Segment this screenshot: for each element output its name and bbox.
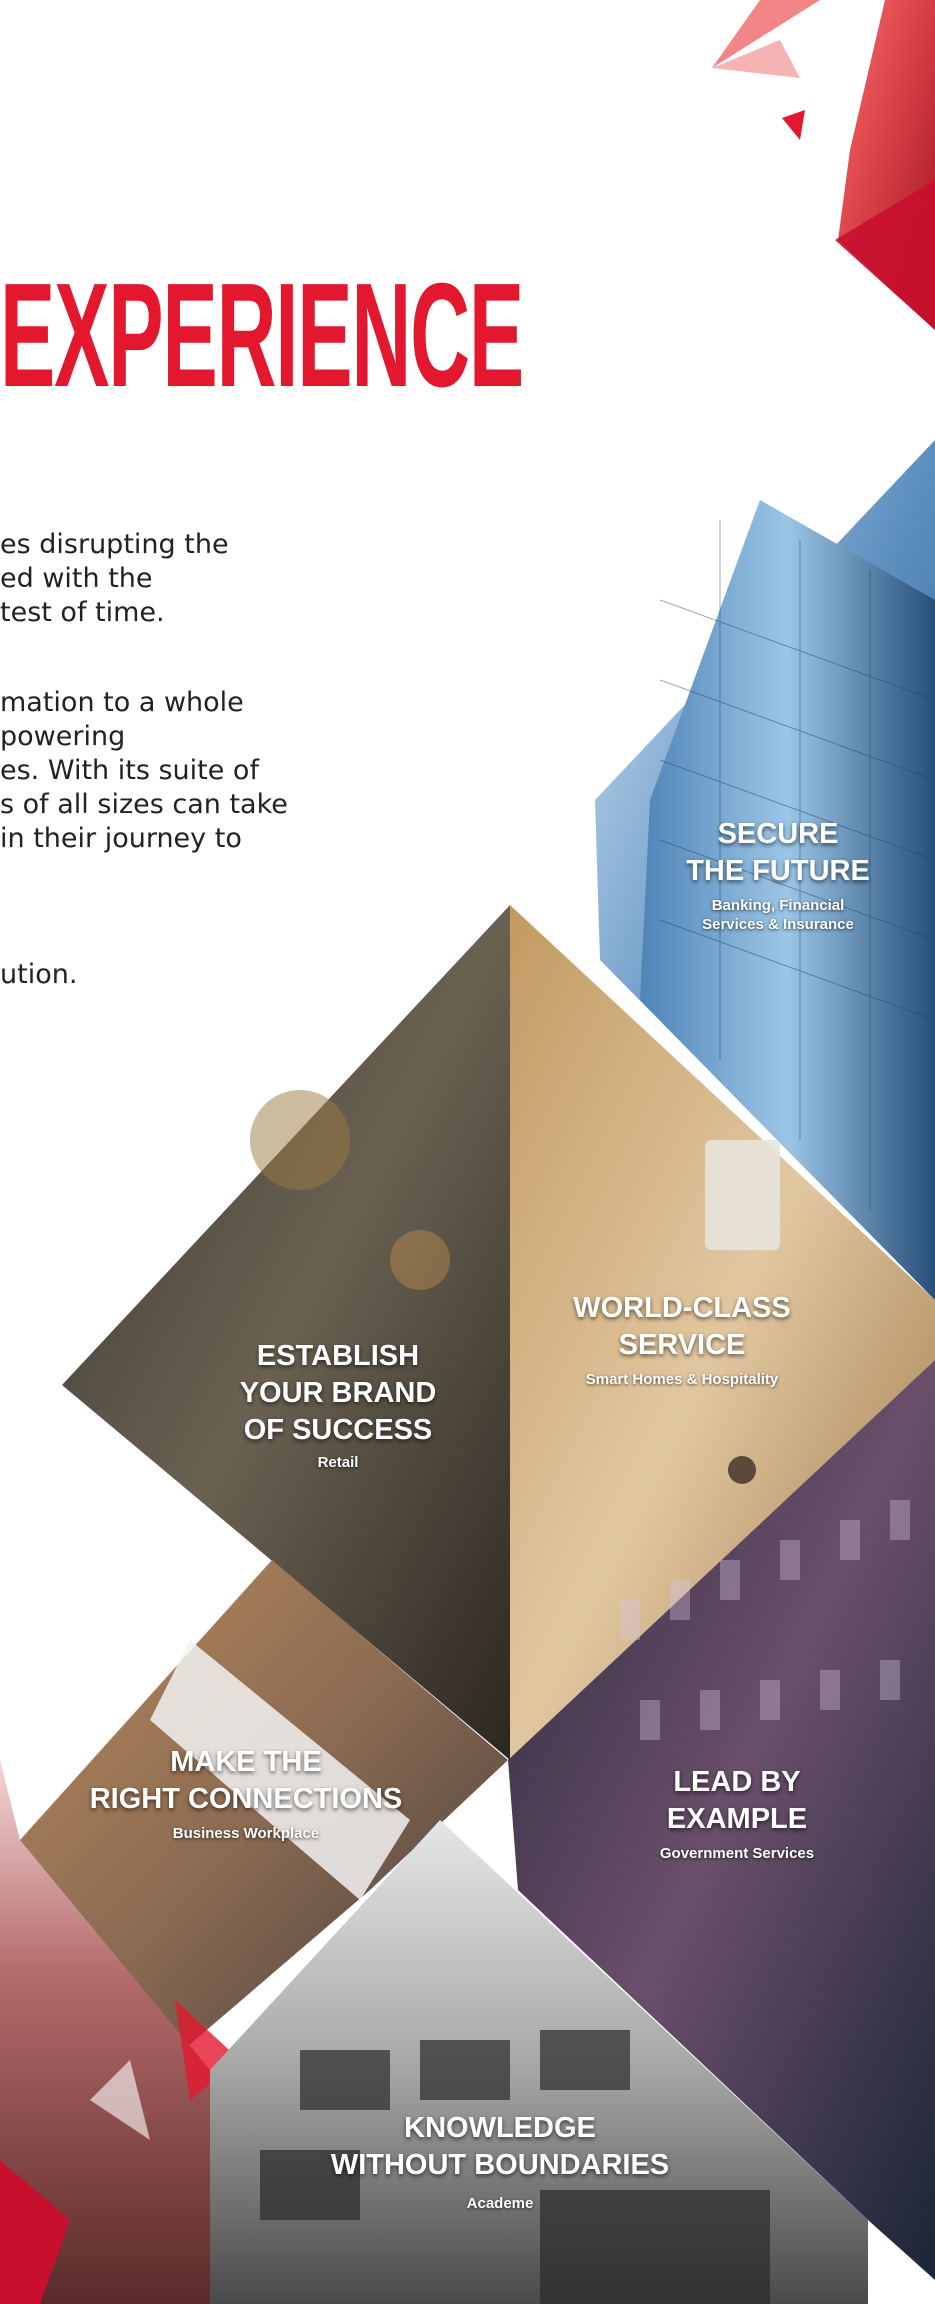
tile-lead-by-example[interactable]: LEAD BY EXAMPLE Government Services xyxy=(660,1764,814,1863)
tile-title: RIGHT CONNECTIONS xyxy=(89,1783,403,1815)
tile-subtitle: Services & Insurance xyxy=(702,916,854,933)
tile-knowledge-without-boundaries[interactable]: KNOWLEDGE WITHOUT BOUNDARIES Academe xyxy=(331,2110,669,2213)
tile-title: WORLD-CLASS xyxy=(573,1292,791,1324)
paragraph-line: in their journey to xyxy=(0,823,242,854)
tile-title: OF SUCCESS xyxy=(243,1414,433,1446)
body-paragraph-1: es disrupting the ed with the test of ti… xyxy=(0,528,360,630)
paragraph-line: s of all sizes can take xyxy=(0,789,288,820)
tile-subtitle: Smart Homes & Hospitality xyxy=(585,1371,779,1388)
tile-subtitle: Business Workplace xyxy=(172,1825,320,1842)
tile-subtitle: Retail xyxy=(317,1454,359,1471)
paragraph-line: mation to a whole xyxy=(0,687,244,718)
tile-title: MAKE THE xyxy=(170,1746,322,1778)
tile-establish-your-brand[interactable]: ESTABLISH YOUR BRAND OF SUCCESS Retail xyxy=(240,1338,437,1472)
paragraph-line: ed with the xyxy=(0,563,153,594)
paragraph-line: test of time. xyxy=(0,597,165,628)
body-paragraph-2: mation to a whole powering es. With its … xyxy=(0,686,360,856)
tile-title: WITHOUT BOUNDARIES xyxy=(330,2149,670,2181)
tile-make-the-right-connections[interactable]: MAKE THE RIGHT CONNECTIONS Business Work… xyxy=(90,1744,403,1843)
tile-subtitle: Academe xyxy=(466,2195,534,2212)
tile-title: EXAMPLE xyxy=(666,1803,808,1835)
paragraph-line: ution. xyxy=(0,959,78,990)
body-paragraph-3: ution. xyxy=(0,958,360,992)
tile-subtitle: Banking, Financial xyxy=(711,897,845,914)
paragraph-line: powering xyxy=(0,721,126,752)
tile-title: THE FUTURE xyxy=(686,855,870,887)
tile-title: KNOWLEDGE xyxy=(404,2112,596,2144)
tile-subtitle: Government Services xyxy=(659,1845,815,1862)
tile-world-class-service[interactable]: WORLD-CLASS SERVICE Smart Homes & Hospit… xyxy=(573,1290,790,1389)
tile-title: LEAD BY xyxy=(673,1766,801,1798)
paragraph-line: es disrupting the xyxy=(0,529,229,560)
tile-secure-the-future[interactable]: SECURE THE FUTURE Banking, Financial Ser… xyxy=(686,816,870,934)
paragraph-line: es. With its suite of xyxy=(0,755,259,786)
tile-title: YOUR BRAND xyxy=(239,1377,437,1409)
tile-title: SERVICE xyxy=(618,1329,746,1361)
tile-title: SECURE xyxy=(717,818,839,850)
page-heading: EXPERIENCE xyxy=(0,253,524,418)
tile-title: ESTABLISH xyxy=(256,1340,420,1372)
